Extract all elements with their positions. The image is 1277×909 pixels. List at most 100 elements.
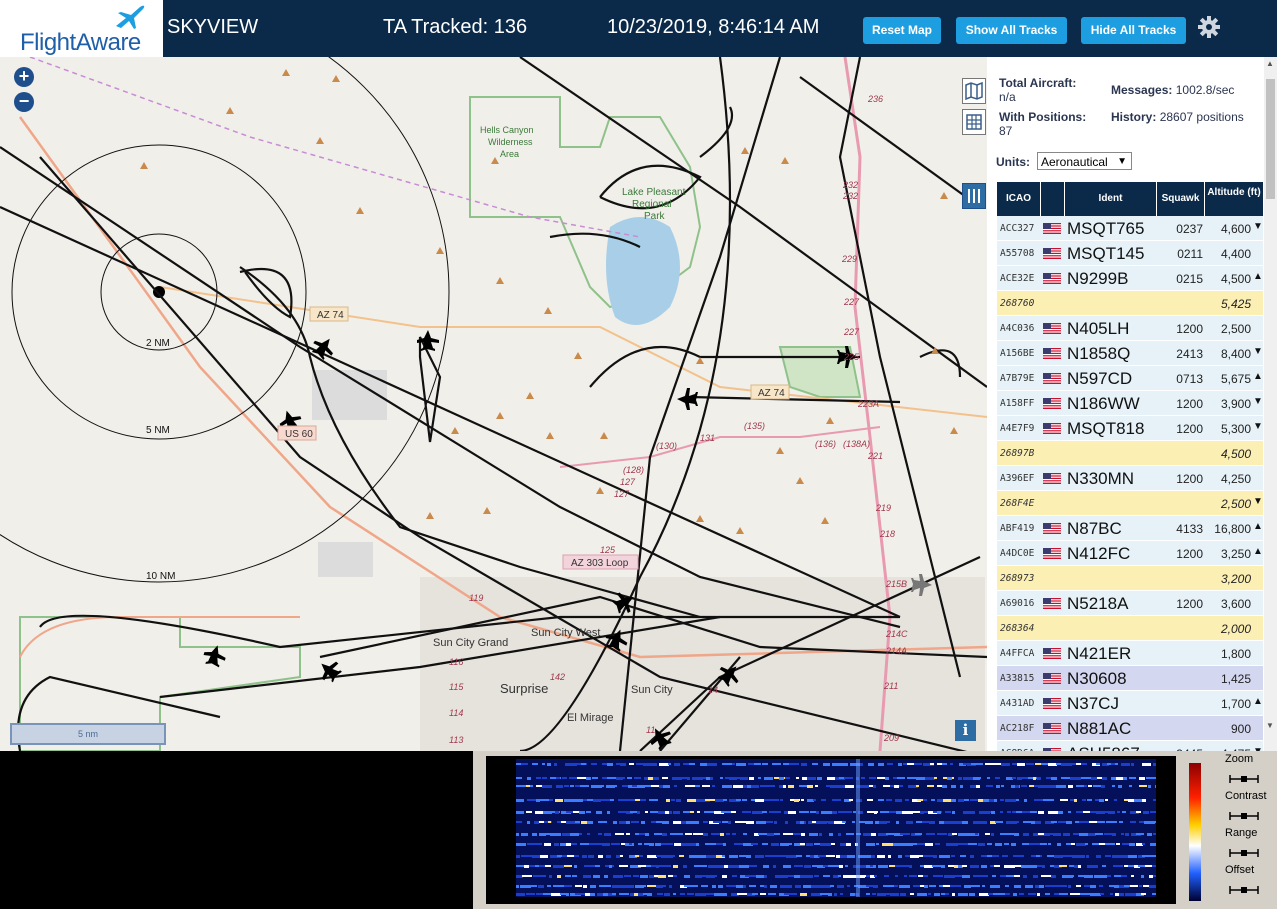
altitude-cell: 1,700 bbox=[1220, 697, 1251, 711]
svg-text:119: 119 bbox=[469, 593, 483, 603]
svg-text:113: 113 bbox=[449, 735, 463, 745]
zoom-in-button[interactable]: + bbox=[14, 67, 34, 87]
table-row[interactable]: A55708 MSQT145 0211 4,400 bbox=[997, 241, 1263, 266]
squawk-cell: 0713 bbox=[1176, 372, 1203, 386]
altitude-cell: 3,250 bbox=[1220, 547, 1251, 561]
table-row[interactable]: A158FF N186WW 1200 3,900 ▼ bbox=[997, 391, 1263, 416]
altitude-trend-icon: ▲ bbox=[1253, 696, 1263, 707]
table-row[interactable]: 268F4E 2,500 ▼ bbox=[997, 491, 1263, 516]
hide-all-tracks-button[interactable]: Hide All Tracks bbox=[1081, 17, 1186, 44]
map-view[interactable]: 2 NM 5 NM 10 NM AZ 74 AZ 74 US 60 AZ 303… bbox=[0, 57, 987, 751]
squawk-cell: 1200 bbox=[1176, 597, 1203, 611]
spectrum-control-slider[interactable] bbox=[1229, 881, 1259, 894]
reset-map-button[interactable]: Reset Map bbox=[863, 17, 941, 44]
altitude-cell: 1,800 bbox=[1220, 647, 1251, 661]
ident-cell: MSQT145 bbox=[1067, 244, 1145, 263]
aircraft-panel: Total Aircraft: n/a With Positions: 87 M… bbox=[987, 57, 1277, 751]
columns-icon[interactable] bbox=[962, 183, 986, 209]
icao-cell: A396EF bbox=[1000, 473, 1035, 484]
col-ident[interactable]: Ident bbox=[1065, 182, 1157, 216]
scroll-down-icon[interactable]: ▼ bbox=[1266, 721, 1274, 730]
icao-cell: A431AD bbox=[1000, 698, 1035, 709]
icao-cell: A69016 bbox=[1000, 598, 1035, 609]
map-canvas[interactable]: 2 NM 5 NM 10 NM AZ 74 AZ 74 US 60 AZ 303… bbox=[0, 57, 987, 751]
svg-text:219: 219 bbox=[875, 503, 891, 513]
grid-icon[interactable] bbox=[962, 109, 986, 135]
table-row[interactable]: A4C036 N405LH 1200 2,500 bbox=[997, 316, 1263, 341]
svg-text:125: 125 bbox=[600, 545, 616, 555]
altitude-cell: 16,800 bbox=[1214, 522, 1251, 536]
icao-cell: A33815 bbox=[1000, 673, 1035, 684]
svg-text:209: 209 bbox=[883, 733, 899, 743]
ident-cell: N412FC bbox=[1067, 544, 1131, 563]
zoom-out-button[interactable]: − bbox=[14, 92, 34, 112]
us-flag-icon bbox=[1043, 223, 1061, 234]
svg-text:211: 211 bbox=[883, 681, 898, 691]
flightaware-logo[interactable]: FlightAware bbox=[0, 0, 163, 57]
table-row[interactable]: A4E7F9 MSQT818 1200 5,300 ▼ bbox=[997, 416, 1263, 441]
scroll-up-icon[interactable]: ▲ bbox=[1266, 59, 1274, 68]
spectrum-control-slider[interactable] bbox=[1229, 807, 1259, 820]
table-row[interactable]: A69016 N5218A 1200 3,600 bbox=[997, 591, 1263, 616]
altitude-trend-icon: ▲ bbox=[1253, 271, 1263, 282]
park-label-lake-pleasant: Lake Pleasant bbox=[622, 187, 686, 198]
park-label-hells-canyon-2: Wilderness bbox=[488, 137, 533, 147]
table-row[interactable]: A156BE N1858Q 2413 8,400 ▼ bbox=[997, 341, 1263, 366]
col-icao[interactable]: ICAO bbox=[997, 182, 1041, 216]
svg-text:(136): (136) bbox=[815, 439, 836, 449]
table-row[interactable]: A431AD N37CJ 1,700 ▲ bbox=[997, 691, 1263, 716]
spectrum-frame: Zoom Contrast Range Offset bbox=[473, 751, 1277, 909]
svg-text:214A: 214A bbox=[885, 646, 907, 656]
us-flag-icon bbox=[1043, 723, 1061, 734]
table-row[interactable]: A4FFCA N421ER 1,800 bbox=[997, 641, 1263, 666]
svg-text:215B: 215B bbox=[885, 579, 907, 589]
svg-text:(138A): (138A) bbox=[843, 439, 870, 449]
messages-label: Messages: bbox=[1111, 83, 1173, 97]
squawk-cell: 0237 bbox=[1176, 222, 1203, 236]
units-label: Units: bbox=[996, 155, 1030, 169]
spectrum-control-label: Offset bbox=[1225, 864, 1255, 876]
table-row[interactable]: AC8D6AASH586734454,475▼ bbox=[997, 741, 1263, 751]
ident-cell: N9299B bbox=[1067, 269, 1129, 288]
with-positions-stat: With Positions: 87 bbox=[999, 110, 1086, 138]
spectrum-control-slider[interactable] bbox=[1229, 770, 1259, 783]
table-row[interactable]: 268973 3,200 bbox=[997, 566, 1263, 591]
range-label-10nm: 10 NM bbox=[146, 571, 175, 582]
gear-icon[interactable] bbox=[1196, 14, 1222, 40]
svg-text:115: 115 bbox=[449, 682, 464, 692]
units-select[interactable]: Aeronautical ▼ bbox=[1037, 152, 1132, 170]
show-all-tracks-button[interactable]: Show All Tracks bbox=[956, 17, 1067, 44]
icao-cell: A4C036 bbox=[1000, 323, 1035, 334]
map-layers-icon[interactable] bbox=[962, 78, 986, 104]
icao-cell: 268364 bbox=[1000, 623, 1035, 634]
col-altitude[interactable]: Altitude (ft) bbox=[1205, 182, 1263, 216]
table-row[interactable]: ABF419 N87BC 4133 16,800 ▲ bbox=[997, 516, 1263, 541]
table-row[interactable]: A4DC0E N412FC 1200 3,250 ▲ bbox=[997, 541, 1263, 566]
table-row[interactable]: 268760 5,425 bbox=[997, 291, 1263, 316]
altitude-trend-icon: ▼ bbox=[1253, 496, 1263, 507]
info-button[interactable]: i bbox=[955, 720, 976, 741]
table-row[interactable]: A7B79E N597CD 0713 5,675 ▲ bbox=[997, 366, 1263, 391]
panel-scrollbar[interactable]: ▲ ▼ bbox=[1264, 57, 1277, 751]
ident-cell: MSQT818 bbox=[1067, 419, 1145, 438]
table-row[interactable]: ACE32E N9299B 0215 4,500 ▲ bbox=[997, 266, 1263, 291]
spectrum-control-slider[interactable] bbox=[1229, 844, 1259, 857]
table-row[interactable]: AC218F N881AC 900 bbox=[997, 716, 1263, 741]
col-flag[interactable] bbox=[1041, 182, 1065, 216]
svg-text:(135): (135) bbox=[744, 421, 765, 431]
table-row[interactable]: 268364 2,000 bbox=[997, 616, 1263, 641]
altitude-cell: 4,250 bbox=[1220, 472, 1251, 486]
col-squawk[interactable]: Squawk bbox=[1157, 182, 1205, 216]
table-row[interactable]: ACC327 MSQT765 0237 4,600 ▼ bbox=[997, 216, 1263, 241]
current-datetime: 10/23/2019, 8:46:14 AM bbox=[607, 16, 820, 38]
altitude-cell: 4,500 bbox=[1220, 272, 1251, 286]
table-row[interactable]: 26897B 4,500 bbox=[997, 441, 1263, 466]
ident-cell: N330MN bbox=[1067, 469, 1135, 488]
table-row[interactable]: A396EF N330MN 1200 4,250 bbox=[997, 466, 1263, 491]
squawk-cell: 4133 bbox=[1176, 522, 1203, 536]
road-label-az74-east: AZ 74 bbox=[758, 388, 785, 399]
total-aircraft-value: n/a bbox=[999, 90, 1016, 104]
plane-logo-icon bbox=[116, 5, 145, 30]
scrollbar-thumb[interactable] bbox=[1266, 79, 1275, 199]
table-row[interactable]: A33815 N30608 1,425 bbox=[997, 666, 1263, 691]
